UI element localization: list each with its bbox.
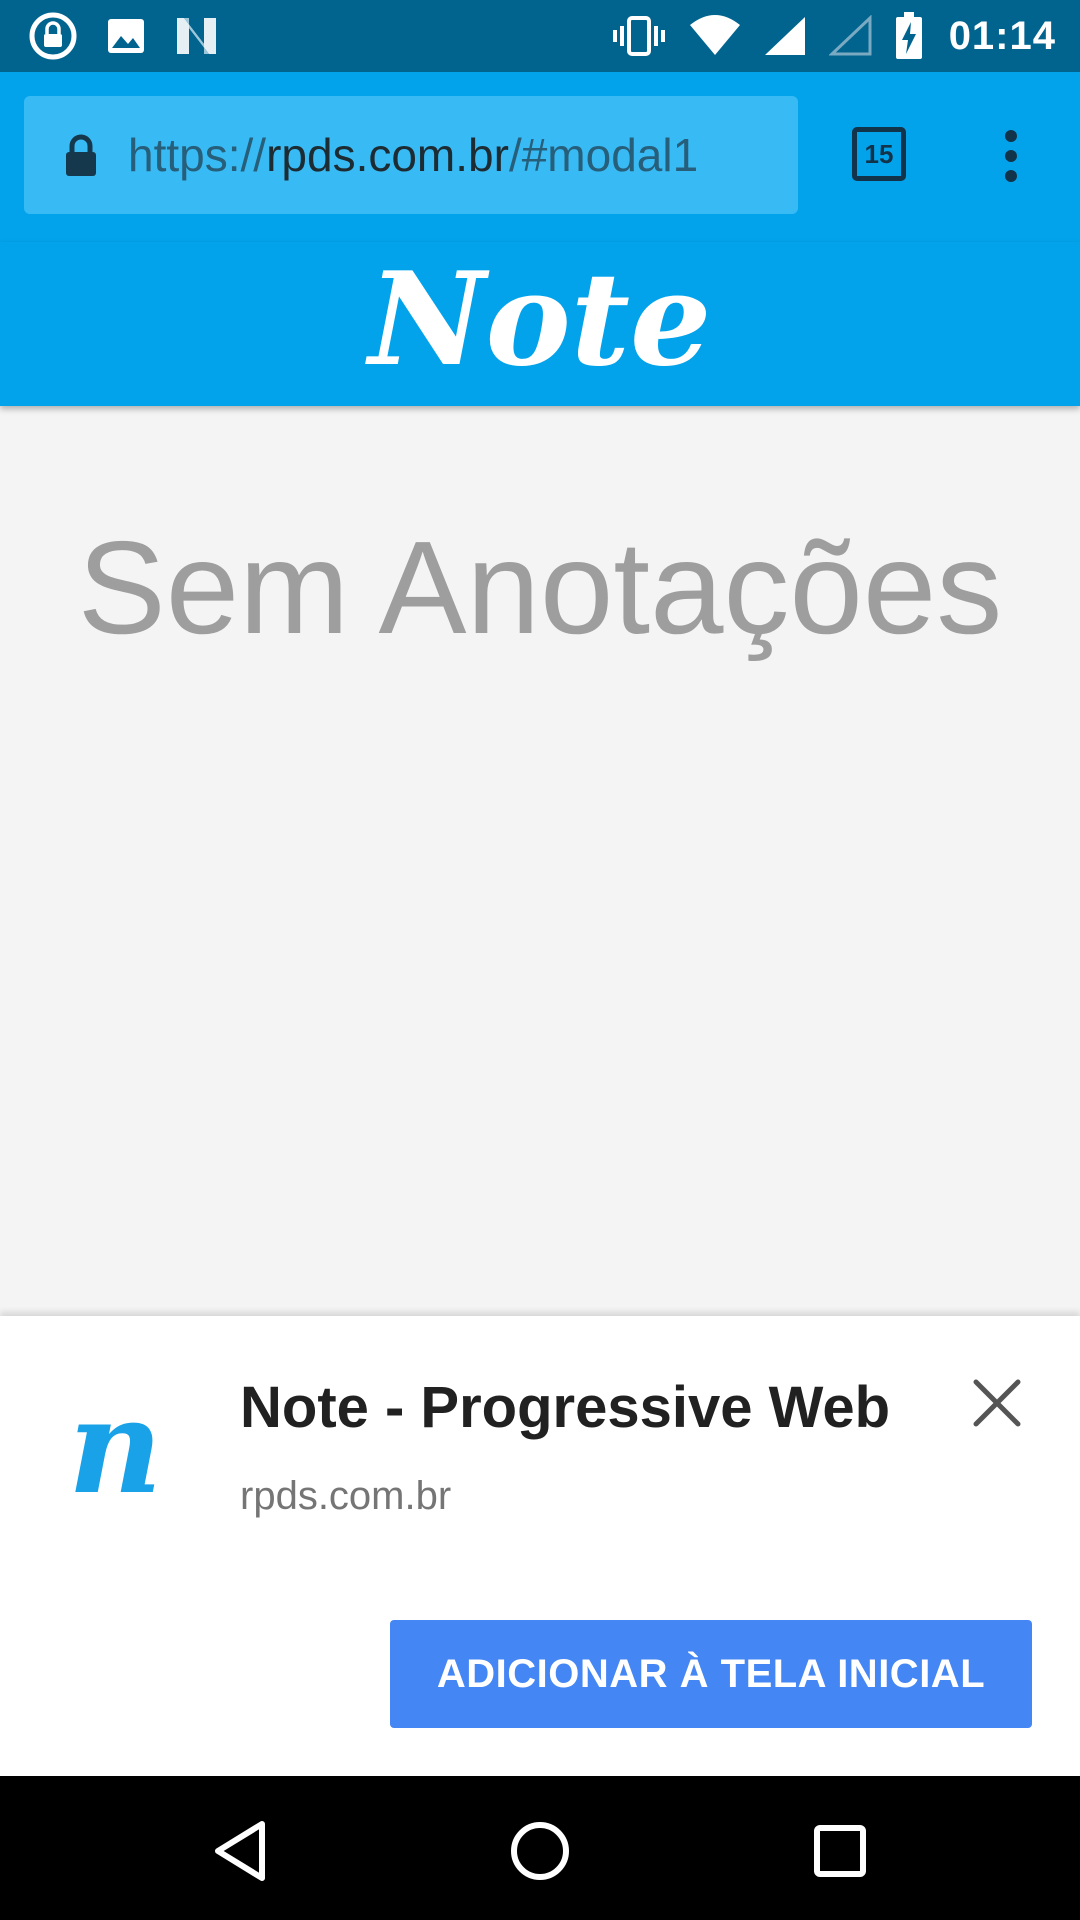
app-logo: Note [368,245,712,395]
url-text: https://rpds.com.br/#modal1 [128,128,698,182]
url-bar[interactable]: https://rpds.com.br/#modal1 [24,96,798,214]
browser-toolbar: https://rpds.com.br/#modal1 15 [0,72,1080,242]
url-path: /#modal1 [508,129,699,181]
url-host: rpds.com.br [266,129,509,181]
url-scheme: https:// [128,129,267,181]
app-icon: n [68,1370,163,1523]
tab-switcher-button[interactable]: 15 [852,127,906,181]
wifi-icon [689,15,740,55]
vibrate-icon [612,16,665,56]
status-bar: 01:14 [0,0,1080,72]
banner-app-host: rpds.com.br [240,1474,452,1518]
more-options-icon[interactable] [994,128,1028,184]
signal-icon [764,17,805,55]
battery-charging-icon [895,12,922,59]
tab-count: 15 [864,138,894,169]
status-left-icons [28,11,248,61]
add-to-home-banner: n Note - Progressive Web rpds.com.br ADI… [0,1316,1080,1776]
back-icon[interactable] [200,1816,280,1886]
close-icon[interactable] [970,1376,1024,1430]
banner-app-name: Note - Progressive Web [240,1375,891,1440]
empty-state-message: Sem Anotações [77,514,1003,661]
status-time: 01:14 [948,13,1056,58]
image-icon [108,19,144,53]
app-header: Note [0,242,1080,406]
home-icon[interactable] [500,1816,580,1886]
navigation-bar [0,1776,1080,1920]
recents-icon[interactable] [800,1816,880,1886]
n-icon [177,18,216,54]
status-right-icons: 01:14 [589,12,1056,60]
lock-rotate-icon [29,12,77,60]
lock-icon [66,134,96,176]
add-to-home-button[interactable]: ADICIONAR À TELA INICIAL [390,1620,1032,1728]
signal-empty-icon [828,15,872,56]
